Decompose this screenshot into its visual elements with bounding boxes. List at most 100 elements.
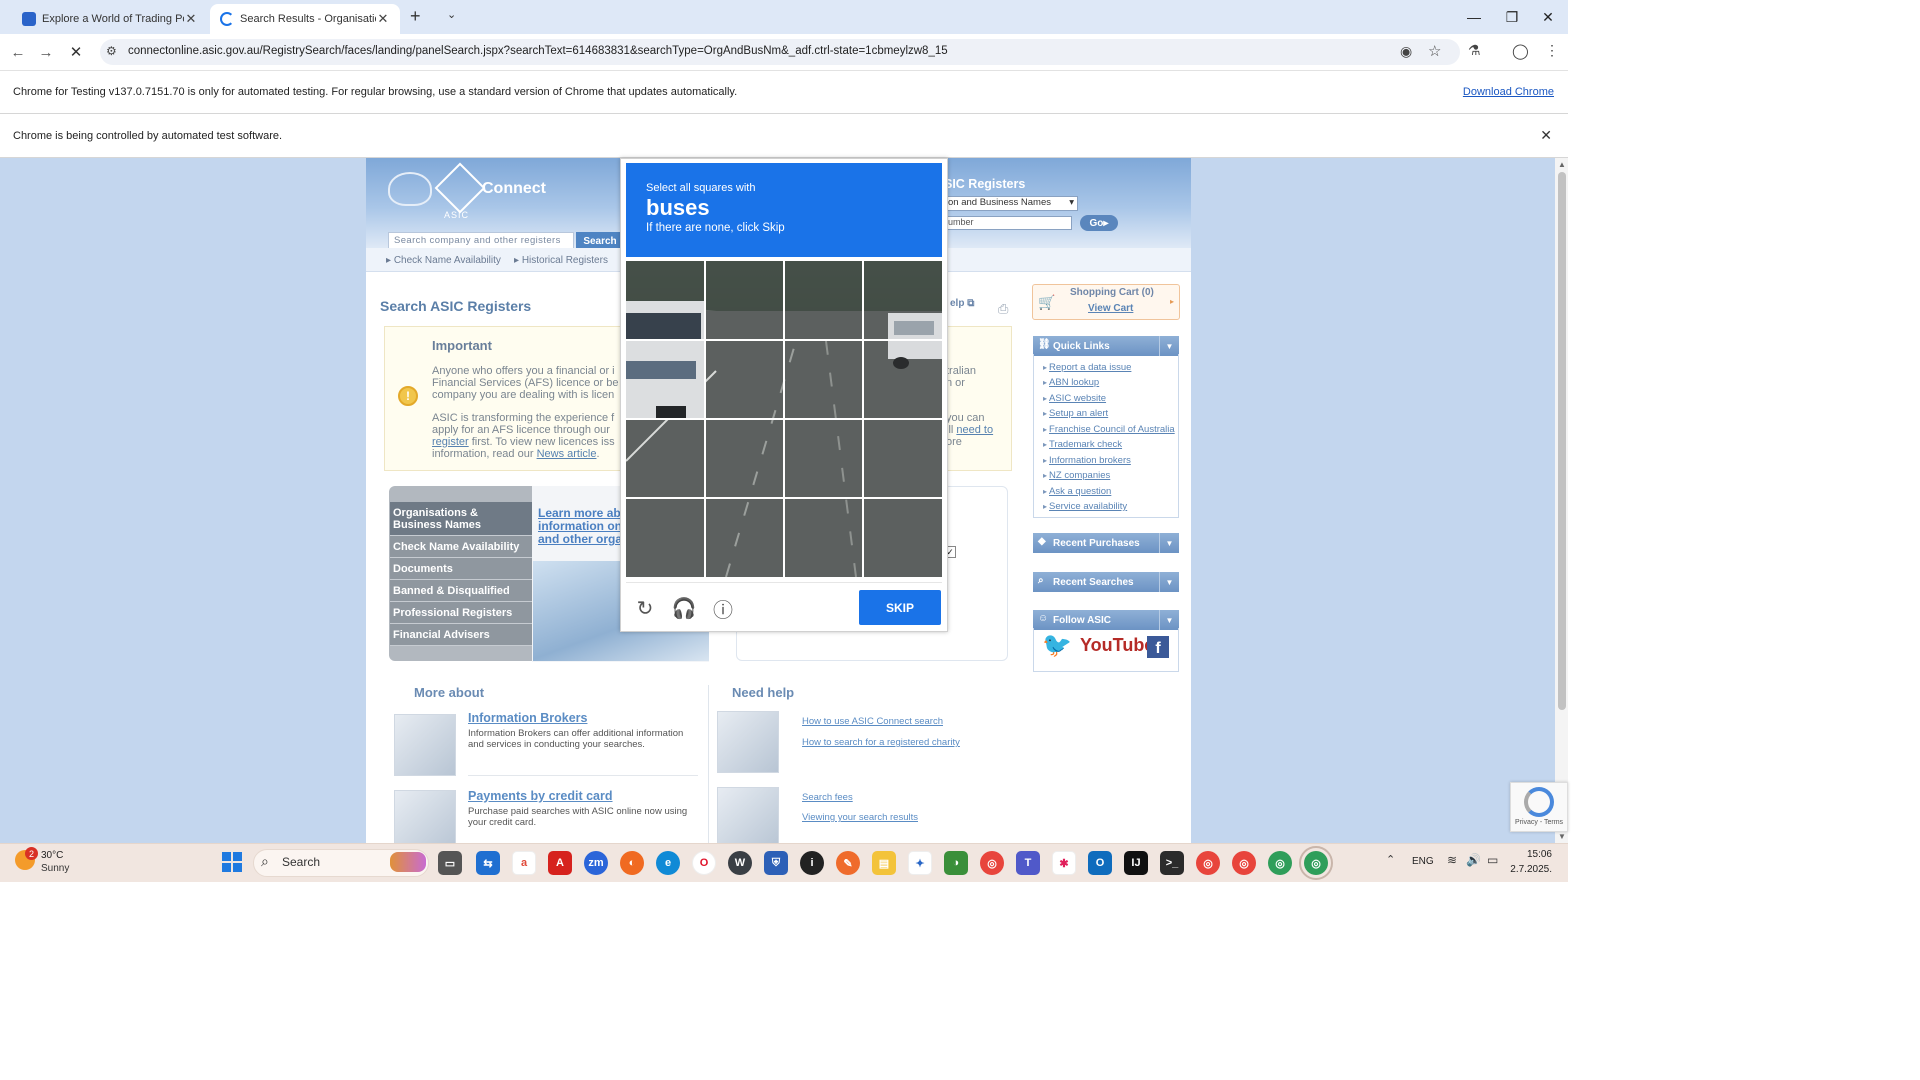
menu-check-name[interactable]: Check Name Availability [390, 536, 532, 558]
help-link-connect[interactable]: How to use ASIC Connect search [802, 716, 943, 727]
windows-start-icon[interactable] [222, 852, 242, 872]
jetbrains-icon[interactable]: IJ [1124, 851, 1148, 875]
weather-temp[interactable]: 30°C [41, 850, 63, 861]
go-button[interactable]: Go ▸ [1080, 215, 1118, 231]
help-link-results[interactable]: Viewing your search results [802, 812, 918, 823]
zoom-icon[interactable]: zm [584, 851, 608, 875]
quick-link[interactable]: Trademark check [1043, 439, 1122, 450]
captcha-tile[interactable] [705, 340, 782, 417]
site-info-icon[interactable]: ⚙ [106, 44, 117, 58]
captcha-tile[interactable] [705, 261, 782, 338]
chrome-icon[interactable]: ◎ [1196, 851, 1220, 875]
window-close-icon[interactable]: ✕ [1530, 0, 1566, 34]
quick-link[interactable]: NZ companies [1043, 470, 1110, 481]
wifi-icon[interactable]: ≋ [1447, 853, 1457, 867]
chrome-icon[interactable]: ◎ [1232, 851, 1256, 875]
captcha-tile[interactable] [626, 419, 703, 496]
captcha-tile[interactable] [863, 340, 940, 417]
teamviewer-icon[interactable]: ⇆ [476, 851, 500, 875]
tab-search-results[interactable]: Search Results - Organisations ✕ [210, 4, 400, 34]
reload-icon[interactable]: ↻ [633, 596, 657, 620]
recent-searches-header[interactable]: ⌕ Recent Searches ▼ [1033, 572, 1179, 592]
battery-icon[interactable]: ▭ [1487, 853, 1498, 867]
check-name-link[interactable]: ▸ Check Name Availability [386, 255, 501, 266]
edge-icon[interactable]: e [656, 851, 680, 875]
clock-date[interactable]: 2.7.2025. [1506, 864, 1552, 875]
menu-professional[interactable]: Professional Registers [390, 602, 532, 624]
teams-icon[interactable]: T [1016, 851, 1040, 875]
download-chrome-link[interactable]: Download Chrome [1463, 86, 1554, 98]
menu-financial-advisers[interactable]: Financial Advisers [390, 624, 532, 646]
slack-icon[interactable]: ✱ [1052, 851, 1076, 875]
back-icon[interactable]: ← [8, 42, 28, 62]
bookmark-star-icon[interactable]: ☆ [1428, 42, 1441, 60]
app-paint-icon[interactable]: ◑ [944, 851, 968, 875]
quick-link[interactable]: Franchise Council of Australia [1043, 424, 1175, 435]
facebook-icon[interactable]: f [1147, 636, 1169, 658]
close-icon[interactable]: ✕ [376, 11, 390, 27]
firefox-icon[interactable]: ◐ [620, 851, 644, 875]
menu-organisations[interactable]: Organisations & Business Names [390, 502, 532, 536]
help-link-fees[interactable]: Search fees [802, 792, 853, 803]
terminal-icon[interactable]: >_ [1160, 851, 1184, 875]
quick-link[interactable]: Setup an alert [1043, 408, 1108, 419]
captcha-tile[interactable] [705, 498, 782, 575]
scroll-up-icon[interactable]: ▲ [1558, 160, 1566, 169]
recaptcha-badge[interactable]: Privacy - Terms [1510, 782, 1568, 832]
view-cart-link[interactable]: View Cart [1088, 303, 1133, 314]
app-info-icon[interactable]: i [800, 851, 824, 875]
register-type-select[interactable]: on and Business Names ▾ [944, 196, 1078, 211]
register-number-input[interactable]: umber [944, 216, 1072, 230]
audio-icon[interactable]: 🎧 [672, 596, 697, 620]
chrome-testing-icon[interactable]: ◎ [1268, 851, 1292, 875]
captcha-tile[interactable] [784, 340, 861, 417]
tab-trading[interactable]: Explore a World of Trading Pos ✕ [12, 4, 208, 34]
menu-banned[interactable]: Banned & Disqualified [390, 580, 532, 602]
scrollbar-thumb[interactable] [1558, 172, 1566, 710]
acrobat-icon[interactable]: A [548, 851, 572, 875]
volume-icon[interactable]: 🔊 [1466, 853, 1481, 867]
recaptcha-terms[interactable]: Privacy - Terms [1511, 819, 1567, 826]
skip-button[interactable]: SKIP [859, 590, 941, 625]
new-tab-icon[interactable]: + [410, 6, 421, 27]
youtube-icon[interactable]: YouTube [1080, 635, 1154, 656]
help-link[interactable]: elp ⧉ [950, 298, 974, 309]
help-link-charity[interactable]: How to search for a registered charity [802, 737, 960, 748]
captcha-tile[interactable] [784, 498, 861, 575]
historical-registers-link[interactable]: ▸ Historical Registers [514, 255, 608, 266]
follow-asic-header[interactable]: ☺ Follow ASIC ▼ [1033, 610, 1179, 630]
app-pen-icon[interactable]: ✎ [836, 851, 860, 875]
quick-link[interactable]: Ask a question [1043, 486, 1111, 497]
info-icon[interactable]: ⓘ [711, 596, 735, 622]
recent-purchases-header[interactable]: ◆ Recent Purchases ▼ [1033, 533, 1179, 553]
task-view-icon[interactable]: ▭ [438, 851, 462, 875]
stop-loading-icon[interactable]: ✕ [66, 42, 86, 62]
quick-links-header[interactable]: ⛓ Quick Links ▼ [1033, 336, 1179, 356]
profile-icon[interactable]: ◯ [1512, 42, 1529, 60]
language-indicator[interactable]: ENG [1412, 856, 1434, 867]
close-icon[interactable]: ✕ [184, 11, 198, 27]
outlook-icon[interactable]: O [1088, 851, 1112, 875]
tracking-protection-icon[interactable]: ◉ [1400, 43, 1412, 60]
scroll-down-icon[interactable]: ▼ [1558, 832, 1566, 841]
chrome-icon[interactable]: ◎ [980, 851, 1004, 875]
quick-link[interactable]: Report a data issue [1043, 362, 1131, 373]
captcha-tile[interactable] [626, 340, 703, 417]
chevron-up-icon[interactable]: ⌃ [1386, 853, 1395, 866]
clock-time[interactable]: 15:06 [1516, 849, 1552, 860]
file-explorer-icon[interactable]: ▤ [872, 851, 896, 875]
news-article-link[interactable]: News article [537, 448, 597, 460]
print-icon[interactable]: ⎙ [998, 301, 1008, 317]
menu-dots-icon[interactable]: ⋮ [1545, 42, 1559, 59]
captcha-tile[interactable] [863, 419, 940, 496]
app-star-icon[interactable]: ✦ [908, 851, 932, 875]
forward-icon[interactable]: → [36, 42, 56, 62]
menu-documents[interactable]: Documents [390, 558, 532, 580]
app-w-icon[interactable]: W [728, 851, 752, 875]
shield-app-icon[interactable]: ⛨ [764, 851, 788, 875]
payments-link[interactable]: Payments by credit card [468, 789, 613, 803]
captcha-tile[interactable] [705, 419, 782, 496]
captcha-tile[interactable] [626, 498, 703, 575]
quick-link[interactable]: Information brokers [1043, 455, 1131, 466]
captcha-tile[interactable] [784, 419, 861, 496]
